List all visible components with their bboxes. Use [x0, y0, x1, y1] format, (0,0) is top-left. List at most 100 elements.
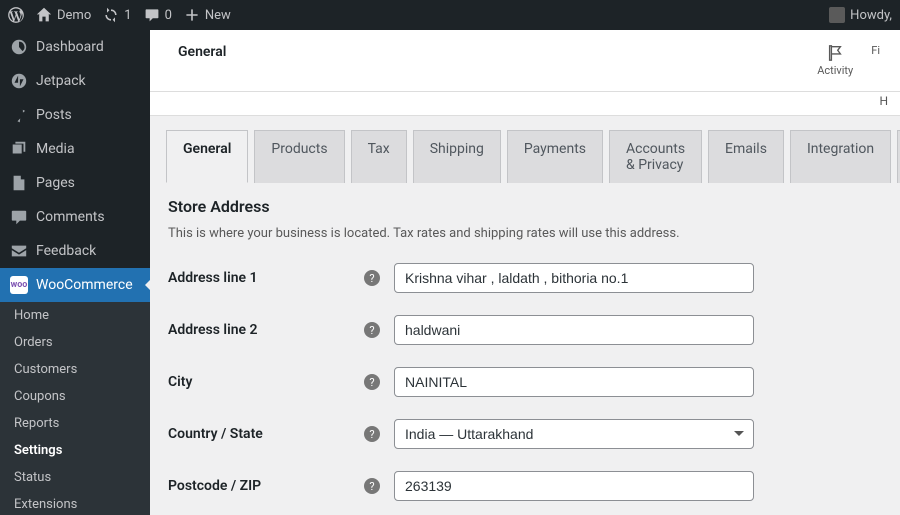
row-city: City ? — [168, 367, 882, 397]
tab-label: Payments — [524, 141, 586, 157]
howdy-label: Howdy, — [850, 8, 892, 23]
finish-label: Fi — [871, 44, 880, 57]
page-title: General — [178, 44, 226, 60]
subitem-label: Reports — [14, 416, 59, 431]
tab-accounts-privacy[interactable]: Accounts & Privacy — [609, 130, 702, 183]
settings-content: Store Address This is where your busines… — [150, 183, 900, 501]
help-label[interactable]: H — [879, 94, 888, 108]
help-icon[interactable]: ? — [364, 374, 380, 390]
subitem-label: Customers — [14, 362, 77, 377]
sidebar-item-label: Comments — [36, 209, 105, 225]
activity-label: Activity — [817, 64, 853, 77]
plus-icon — [184, 7, 200, 23]
sidebar-item-posts[interactable]: Posts — [0, 98, 150, 132]
tab-label: Emails — [725, 141, 767, 157]
comment-icon — [144, 7, 160, 23]
tab-products[interactable]: Products — [254, 130, 344, 183]
subitem-home[interactable]: Home — [0, 302, 150, 329]
sidebar-submenu-woocommerce: Home Orders Customers Coupons Reports Se… — [0, 302, 150, 515]
tab-payments[interactable]: Payments — [507, 130, 603, 183]
row-address-1: Address line 1 ? — [168, 263, 882, 293]
sidebar-item-comments[interactable]: Comments — [0, 200, 150, 234]
sidebar-item-label: WooCommerce — [36, 277, 133, 293]
comments-count: 0 — [165, 8, 172, 23]
select-country-state[interactable]: India — Uttarakhand — [394, 419, 754, 449]
section-description: This is where your business is located. … — [168, 226, 882, 241]
subitem-settings[interactable]: Settings — [0, 437, 150, 464]
media-icon — [10, 140, 28, 158]
select-wrap: India — Uttarakhand — [394, 419, 754, 449]
tab-tax[interactable]: Tax — [351, 130, 407, 183]
label-postcode: Postcode / ZIP — [168, 478, 364, 494]
help-icon[interactable]: ? — [364, 270, 380, 286]
feedback-icon — [10, 242, 28, 260]
subitem-reports[interactable]: Reports — [0, 410, 150, 437]
sidebar-item-label: Posts — [36, 107, 72, 123]
admin-bar: Demo 1 0 New Howdy, — [0, 0, 900, 30]
help-icon[interactable]: ? — [364, 322, 380, 338]
input-address-1[interactable] — [394, 263, 754, 293]
finish-button[interactable]: Fi — [871, 44, 880, 57]
help-icon[interactable]: ? — [364, 426, 380, 442]
subitem-extensions[interactable]: Extensions — [0, 491, 150, 515]
account-menu[interactable]: Howdy, — [829, 7, 892, 23]
sidebar-item-label: Jetpack — [36, 73, 86, 89]
jetpack-icon — [10, 72, 28, 90]
subitem-status[interactable]: Status — [0, 464, 150, 491]
tab-label: Tax — [368, 141, 390, 157]
sidebar-item-jetpack[interactable]: Jetpack — [0, 64, 150, 98]
settings-tabs: General Products Tax Shipping Payments A… — [166, 130, 900, 183]
help-icon[interactable]: ? — [364, 478, 380, 494]
site-name-menu[interactable]: Demo — [36, 7, 91, 23]
home-icon — [36, 7, 52, 23]
new-content-menu[interactable]: New — [184, 7, 231, 23]
sidebar-item-label: Dashboard — [36, 39, 104, 55]
subitem-coupons[interactable]: Coupons — [0, 383, 150, 410]
comments-icon — [10, 208, 28, 226]
sidebar-item-woocommerce[interactable]: woo WooCommerce — [0, 268, 150, 302]
input-postcode[interactable] — [394, 471, 754, 501]
tab-integration[interactable]: Integration — [790, 130, 891, 183]
avatar-icon — [829, 7, 845, 23]
row-country-state: Country / State ? India — Uttarakhand — [168, 419, 882, 449]
subitem-customers[interactable]: Customers — [0, 356, 150, 383]
activity-button[interactable]: Activity — [817, 44, 853, 77]
tab-shipping[interactable]: Shipping — [413, 130, 501, 183]
tab-general[interactable]: General — [166, 130, 248, 183]
comments-menu[interactable]: 0 — [144, 7, 172, 23]
tab-label: Shipping — [430, 141, 484, 157]
tab-label: Accounts & Privacy — [626, 141, 685, 173]
row-address-2: Address line 2 ? — [168, 315, 882, 345]
sidebar-item-feedback[interactable]: Feedback — [0, 234, 150, 268]
site-name-label: Demo — [57, 8, 91, 23]
sidebar-item-label: Media — [36, 141, 75, 157]
row-postcode: Postcode / ZIP ? — [168, 471, 882, 501]
dashboard-icon — [10, 38, 28, 56]
sidebar-item-pages[interactable]: Pages — [0, 166, 150, 200]
updates-count: 1 — [124, 8, 131, 23]
wordpress-icon — [8, 7, 24, 23]
tab-label: Products — [271, 141, 327, 157]
label-city: City — [168, 374, 364, 390]
subitem-label: Status — [14, 470, 51, 485]
sidebar-item-media[interactable]: Media — [0, 132, 150, 166]
wp-logo-menu[interactable] — [8, 7, 24, 23]
input-city[interactable] — [394, 367, 754, 397]
subitem-label: Extensions — [14, 497, 77, 512]
label-country-state: Country / State — [168, 426, 364, 442]
admin-sidebar: Dashboard Jetpack Posts Media Pages Comm… — [0, 30, 150, 515]
tab-emails[interactable]: Emails — [708, 130, 784, 183]
sidebar-item-dashboard[interactable]: Dashboard — [0, 30, 150, 64]
sidebar-item-label: Pages — [36, 175, 75, 191]
input-address-2[interactable] — [394, 315, 754, 345]
section-heading: Store Address — [168, 197, 882, 216]
main-content: General Activity Fi H General Products T… — [150, 30, 900, 515]
help-strip: H — [150, 92, 900, 116]
tab-label: General — [183, 141, 231, 157]
subitem-orders[interactable]: Orders — [0, 329, 150, 356]
new-label: New — [205, 8, 231, 23]
sidebar-item-label: Feedback — [36, 243, 96, 259]
label-address-1: Address line 1 — [168, 270, 364, 286]
updates-menu[interactable]: 1 — [103, 7, 131, 23]
subitem-label: Orders — [14, 335, 53, 350]
